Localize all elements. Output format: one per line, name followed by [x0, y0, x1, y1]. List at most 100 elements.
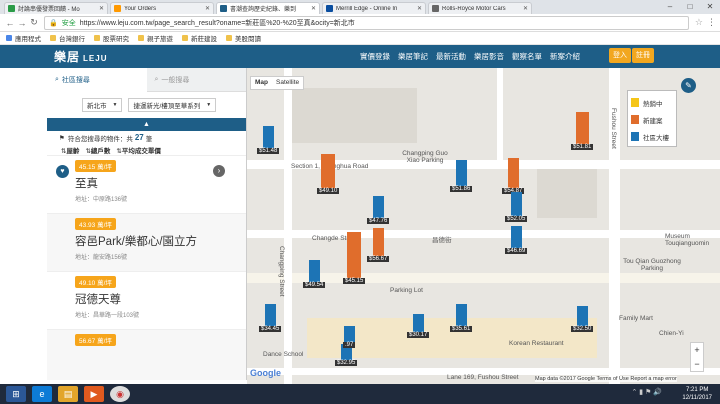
bookmark-item[interactable]: 美股閱讀: [226, 33, 261, 43]
menu-icon[interactable]: ⋮: [707, 17, 716, 28]
ie-icon[interactable]: e: [32, 386, 52, 402]
map-marker[interactable]: $34.45: [259, 304, 282, 332]
url-input[interactable]: 🔒 安全 https://www.leju.com.tw/page_search…: [44, 15, 689, 30]
place-label: Tou Qian Guozhong Parking: [623, 258, 681, 272]
list-item[interactable]: 56.67 萬/坪: [47, 329, 246, 380]
list-item[interactable]: 49.10 萬/坪 冠德天尊 地址：昌華路一段103號: [47, 271, 246, 329]
map-marker[interactable]: $30.17: [407, 314, 430, 338]
map-marker[interactable]: .97: [343, 326, 356, 348]
system-tray[interactable]: ⌃ ▮ ⚑ 🔊: [631, 388, 662, 396]
map-marker[interactable]: $52.05: [505, 192, 528, 222]
map-type-map[interactable]: Map: [251, 77, 272, 89]
place-label: Changping Guo Xiao Parking: [402, 150, 448, 164]
maximize-icon[interactable]: □: [680, 0, 700, 14]
tab-community-search[interactable]: ⌕ 社區搜尋: [47, 68, 147, 92]
close-icon[interactable]: ✕: [523, 5, 528, 12]
browser-tab-active[interactable]: 書潮查詢歷史紀錄、樂到 ✕: [216, 2, 320, 14]
building-icon: [510, 192, 522, 216]
minimize-icon[interactable]: –: [660, 0, 680, 14]
close-icon[interactable]: ✕: [205, 5, 210, 12]
building-icon: [321, 154, 336, 188]
map-legend: 熱銷中 新建案 社區大樓: [627, 90, 677, 147]
map-marker[interactable]: $47.76: [367, 196, 390, 224]
list-item[interactable]: 43.93 萬/坪 容邑Park/樂都心/園立方 地址：龍安路156號: [47, 213, 246, 271]
building-icon: [412, 314, 424, 332]
filter-row: 新北市 ▼ 捷運新光/樓頂至華系列 ▼: [47, 92, 246, 118]
map-marker[interactable]: $51.81: [571, 112, 594, 150]
close-icon[interactable]: ✕: [99, 5, 104, 12]
building-icon: [372, 196, 384, 218]
zoom-out-button[interactable]: −: [691, 357, 703, 371]
windows-start-icon[interactable]: ⊞: [6, 386, 26, 402]
map-marker[interactable]: $35.61: [450, 304, 473, 332]
sort-households[interactable]: ⇅總戶數: [85, 145, 110, 155]
wrench-icon[interactable]: ✎: [681, 78, 696, 93]
chrome-icon[interactable]: ◉: [110, 386, 130, 402]
heart-icon[interactable]: ♥: [56, 165, 69, 178]
caret-down-icon: ▼: [112, 102, 118, 108]
bookmark-item[interactable]: 應用程式: [6, 33, 41, 43]
map-type-satellite[interactable]: Satellite: [272, 77, 303, 89]
close-icon[interactable]: ✕: [311, 5, 316, 12]
map-marker[interactable]: $46.69: [505, 226, 528, 254]
list-item[interactable]: ♥ 45.15 萬/坪 至真 地址：中原路136號 ›: [47, 155, 246, 213]
building-icon: [264, 304, 276, 326]
reload-icon[interactable]: ↻: [28, 17, 40, 28]
site-logo[interactable]: 樂居 LEJU: [54, 48, 107, 65]
login-button[interactable]: 登入: [609, 48, 631, 63]
road: [284, 68, 292, 384]
browser-tab[interactable]: Rolls-Royce Motor Cars ✕: [428, 2, 532, 14]
folder-icon[interactable]: ▤: [58, 386, 78, 402]
nav-item[interactable]: 最新活動: [436, 51, 466, 62]
browser-tab[interactable]: Your Orders ✕: [110, 2, 214, 14]
map-attribution[interactable]: Map data ©2017 Google Terms of Use Repor…: [535, 376, 677, 382]
sort-avg-price[interactable]: ⇅平均成交單價: [116, 145, 160, 155]
map-marker[interactable]: $51.86: [450, 160, 473, 192]
bookmark-item[interactable]: 新莊建設: [182, 33, 217, 43]
star-icon[interactable]: ☆: [695, 17, 703, 28]
apps-icon: [6, 35, 12, 41]
bookmark-item[interactable]: 親子旅遊: [138, 33, 173, 43]
street-label: Changping Street: [278, 246, 285, 297]
media-player-icon[interactable]: ▶: [84, 386, 104, 402]
nav-item[interactable]: 實價登錄: [360, 51, 390, 62]
back-icon[interactable]: ←: [4, 18, 16, 28]
address-bar: ← → ↻ 🔒 安全 https://www.leju.com.tw/page_…: [0, 14, 720, 32]
clock[interactable]: 7:21 PM 12/11/2017: [682, 386, 712, 402]
close-window-icon[interactable]: ✕: [700, 0, 720, 14]
item-name[interactable]: 冠德天尊: [75, 291, 246, 307]
nav-item[interactable]: 觀察名單: [512, 51, 542, 62]
street-label: Fushou Street: [610, 108, 617, 149]
close-icon[interactable]: ✕: [417, 5, 422, 12]
map[interactable]: Section 1, Zhonghua Road Changde Street …: [247, 68, 720, 384]
map-marker[interactable]: $49.54: [303, 260, 326, 288]
nav-item[interactable]: 新案介紹: [550, 51, 580, 62]
map-marker[interactable]: $32.50: [571, 306, 594, 332]
map-marker[interactable]: $54.87: [502, 158, 525, 194]
map-block: [537, 168, 597, 218]
tab-general-search[interactable]: ⌕ 一般搜尋: [147, 68, 247, 92]
bookmark-item[interactable]: 股票研究: [94, 33, 129, 43]
map-marker[interactable]: $51.48: [257, 126, 280, 154]
map-marker[interactable]: $56.67: [367, 228, 390, 262]
building-icon: [347, 232, 362, 278]
collapse-button[interactable]: ▲: [47, 118, 246, 131]
chevron-right-icon[interactable]: ›: [213, 165, 225, 177]
zoom-in-button[interactable]: +: [691, 343, 703, 357]
folder-icon: [226, 35, 232, 41]
bookmark-item[interactable]: 台灣銀行: [50, 33, 85, 43]
map-marker[interactable]: $45.15: [343, 232, 366, 284]
district-select[interactable]: 捷運新光/樓頂至華系列 ▼: [128, 98, 217, 112]
nav-item[interactable]: 樂居筆記: [398, 51, 428, 62]
city-select[interactable]: 新北市 ▼: [82, 98, 123, 112]
item-name[interactable]: 容邑Park/樂都心/園立方: [75, 233, 246, 249]
nav-item[interactable]: 樂居影音: [474, 51, 504, 62]
browser-tab[interactable]: 討論串優發票回饋 - Mo ✕: [4, 2, 108, 14]
item-name[interactable]: 至真: [75, 175, 246, 191]
price-badge: 49.10 萬/坪: [75, 276, 116, 288]
forward-icon[interactable]: →: [16, 18, 28, 28]
register-button[interactable]: 註冊: [632, 48, 654, 63]
map-marker[interactable]: $49.10: [317, 154, 340, 194]
browser-tab[interactable]: Merrill Edge - Online In ✕: [322, 2, 426, 14]
sort-age[interactable]: ⇅屋齡: [61, 145, 79, 155]
